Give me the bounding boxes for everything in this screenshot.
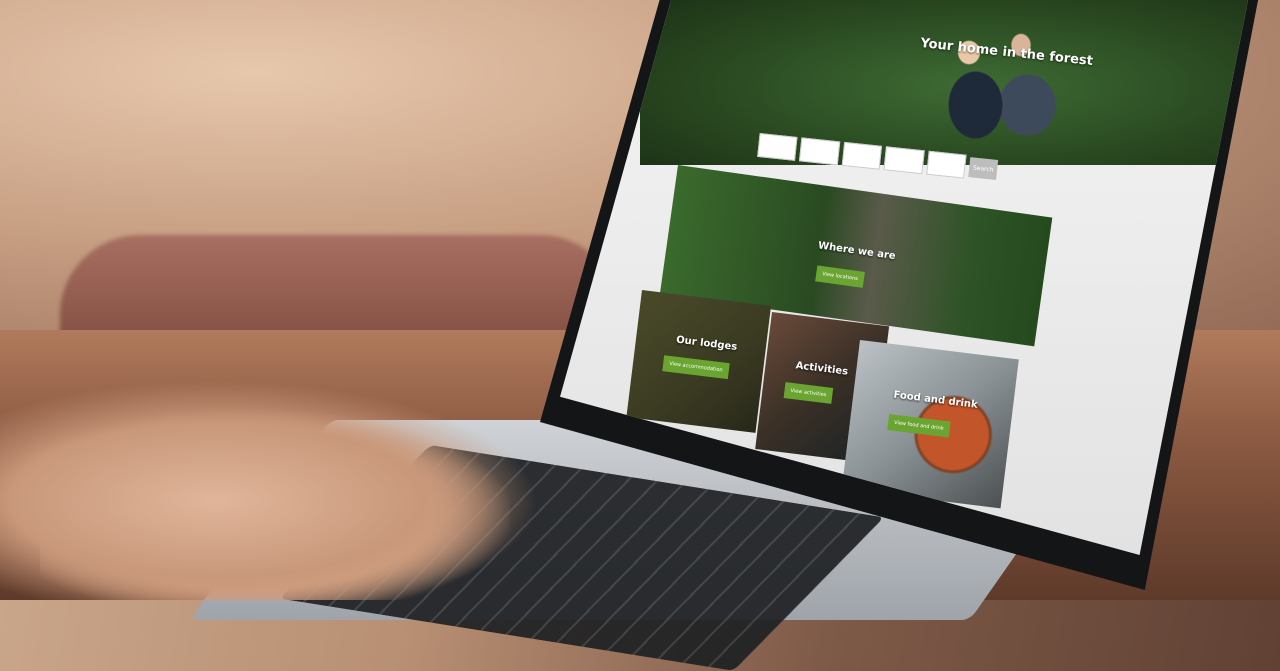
tile-title: Activities [794,360,849,378]
search-field-duration[interactable] [841,141,883,170]
tile-button[interactable]: View locations [815,265,865,288]
search-button[interactable]: Search [968,157,999,180]
hero-image: Your home in the forest [640,0,1250,165]
search-field-adults[interactable] [883,146,925,175]
tile-title: Our lodges [675,334,738,353]
search-field-date[interactable] [799,137,841,166]
tile-our-lodges[interactable]: Our lodges View accommodation [626,290,772,433]
tile-button[interactable]: View food and drink [887,414,951,438]
search-field-guests[interactable] [925,150,967,179]
search-field-location[interactable] [757,132,798,161]
tile-button[interactable]: View activities [783,382,834,404]
left-hand [0,380,540,600]
tile-button[interactable]: View accommodation [662,355,730,380]
tile-title: Food and drink [892,389,979,411]
family-photo [930,0,1060,150]
tile-title: Where we are [817,240,897,263]
